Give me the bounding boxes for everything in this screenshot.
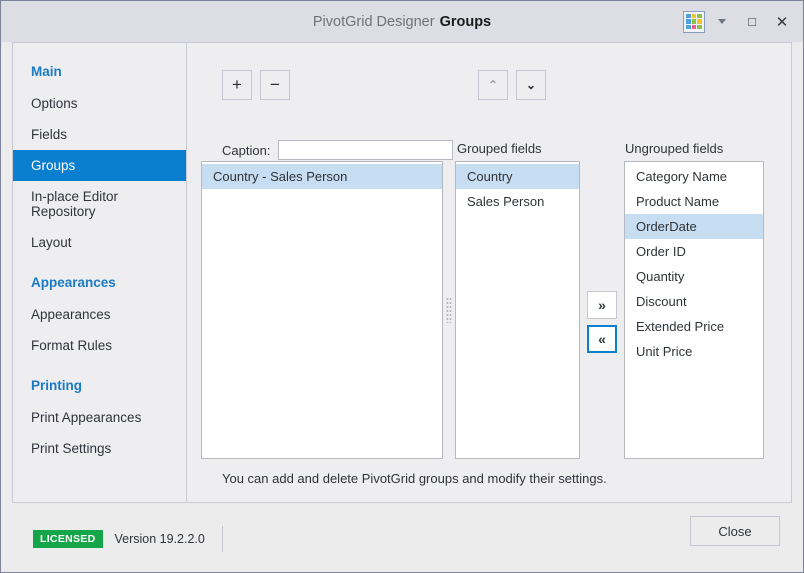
sidebar-item-in-place-editor-repository[interactable]: In-place Editor Repository [13,181,186,227]
list-item[interactable]: Order ID [625,239,763,264]
list-item[interactable]: Extended Price [625,314,763,339]
grouped-fields-listbox[interactable]: Country Sales Person [455,161,580,459]
sidebar-item-print-appearances[interactable]: Print Appearances [13,402,186,433]
status-badge: LICENSED [33,530,103,548]
version-label: Version 19.2.2.0 [114,532,205,546]
list-item[interactable]: Unit Price [625,339,763,364]
caption-input[interactable] [278,140,454,160]
group-toolbar: + − [222,70,290,100]
splitter-grip-icon [446,297,452,323]
move-to-ungrouped-button[interactable]: » [587,291,617,319]
close-icon: ✕ [775,13,789,31]
sidebar-item-layout[interactable]: Layout [13,227,186,258]
grouped-fields-label: Grouped fields [457,141,542,156]
sidebar-item-groups[interactable]: Groups [13,150,186,181]
list-item[interactable]: Quantity [625,264,763,289]
minus-icon: − [270,75,280,94]
license-info: LICENSED Version 19.2.2.0 [33,526,223,552]
move-field-buttons: » « [587,291,617,353]
list-item[interactable]: Country - Sales Person [202,164,442,189]
list-item[interactable]: Product Name [625,189,763,214]
plus-icon: + [232,75,242,94]
window-title-subject: Groups [439,13,492,30]
list-item[interactable]: Discount [625,289,763,314]
main-area: + − ⌃ ⌄ Caption: Grouped fields Ungroupe [188,43,791,502]
order-toolbar: ⌃ ⌄ [478,70,546,100]
caption-label: Caption: [222,142,271,158]
close-button[interactable]: Close [690,516,780,546]
sidebar-item-fields[interactable]: Fields [13,119,186,150]
color-grid-icon[interactable] [683,10,705,33]
title-bar[interactable]: PivotGrid Designer Groups □ ✕ [1,1,803,42]
caption-row: Caption: [222,140,454,160]
hint-text: You can add and delete PivotGrid groups … [222,471,607,486]
groups-listbox[interactable]: Country - Sales Person [201,161,443,459]
double-chevron-right-icon: » [598,297,606,313]
sidebar-group-printing: Printing [31,378,82,393]
sidebar-item-format-rules[interactable]: Format Rules [13,330,186,361]
footer-divider [12,502,792,503]
panel-splitter[interactable] [444,161,454,459]
ungrouped-fields-listbox[interactable]: Category Name Product Name OrderDate Ord… [624,161,764,459]
list-item[interactable]: Category Name [625,164,763,189]
window-title-prefix: PivotGrid Designer [312,13,435,30]
sidebar-item-print-settings[interactable]: Print Settings [13,433,186,464]
skin-dropdown-button[interactable] [707,7,737,37]
maximize-icon: □ [748,14,756,29]
close-window-button[interactable]: ✕ [767,7,797,37]
move-down-button[interactable]: ⌄ [516,70,546,100]
double-chevron-left-icon: « [598,331,606,347]
title-bar-buttons: □ ✕ [683,1,803,42]
sidebar-item-options[interactable]: Options [13,88,186,119]
pivotgrid-designer-window: PivotGrid Designer Groups □ ✕ Main Optio… [0,0,804,573]
list-item[interactable]: OrderDate [625,214,763,239]
ungrouped-fields-label: Ungrouped fields [625,141,724,156]
maximize-button[interactable]: □ [737,7,767,37]
remove-group-button[interactable]: − [260,70,290,100]
chevron-down-icon [718,19,726,24]
add-group-button[interactable]: + [222,70,252,100]
sidebar-group-appearances: Appearances [31,275,116,290]
list-item[interactable]: Sales Person [456,189,579,214]
sidebar-group-main: Main [31,64,62,79]
sidebar: Main Options Fields Groups In-place Edit… [13,43,187,502]
footer: LICENSED Version 19.2.2.0 Close [1,502,803,572]
list-item[interactable]: Country [456,164,579,189]
chevron-up-icon: ⌃ [487,78,499,92]
chevron-down-icon: ⌄ [525,78,537,92]
sidebar-item-appearances[interactable]: Appearances [13,299,186,330]
content-panel: Main Options Fields Groups In-place Edit… [12,42,792,502]
license-divider [221,526,223,552]
move-up-button[interactable]: ⌃ [478,70,508,100]
move-to-grouped-button[interactable]: « [587,325,617,353]
